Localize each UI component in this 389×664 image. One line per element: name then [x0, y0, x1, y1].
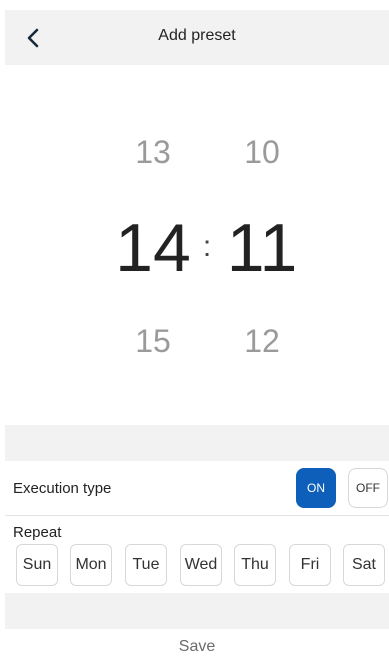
- section-divider: [5, 425, 389, 461]
- save-button[interactable]: Save: [5, 629, 389, 664]
- time-separator: :: [202, 230, 212, 263]
- hour-selected[interactable]: 14: [108, 212, 198, 284]
- execution-on-button[interactable]: ON: [296, 468, 336, 508]
- page-title: Add preset: [158, 27, 236, 44]
- time-picker[interactable]: 13 14 15 : 10 11 12: [0, 65, 389, 425]
- execution-type-row: Execution type ON OFF: [5, 461, 389, 516]
- day-tue-button[interactable]: Tue: [125, 544, 167, 586]
- header-bar: Add preset: [5, 10, 389, 65]
- section-divider: [5, 593, 389, 629]
- execution-type-label: Execution type: [13, 480, 112, 497]
- execution-off-button[interactable]: OFF: [348, 468, 388, 508]
- day-thu-button[interactable]: Thu: [234, 544, 276, 586]
- day-fri-button[interactable]: Fri: [289, 544, 331, 586]
- day-mon-button[interactable]: Mon: [70, 544, 112, 586]
- hour-prev[interactable]: 13: [108, 134, 198, 170]
- hour-next[interactable]: 15: [108, 323, 198, 359]
- minute-prev[interactable]: 10: [217, 134, 307, 170]
- repeat-days: Sun Mon Tue Wed Thu Fri Sat: [16, 544, 386, 586]
- minute-selected[interactable]: 11: [217, 212, 307, 284]
- repeat-label: Repeat: [13, 524, 62, 541]
- day-sat-button[interactable]: Sat: [343, 544, 385, 586]
- add-preset-screen: Add preset 13 14 15 : 10 11 12 Execution…: [0, 0, 389, 664]
- minute-next[interactable]: 12: [217, 323, 307, 359]
- day-wed-button[interactable]: Wed: [180, 544, 222, 586]
- day-sun-button[interactable]: Sun: [16, 544, 58, 586]
